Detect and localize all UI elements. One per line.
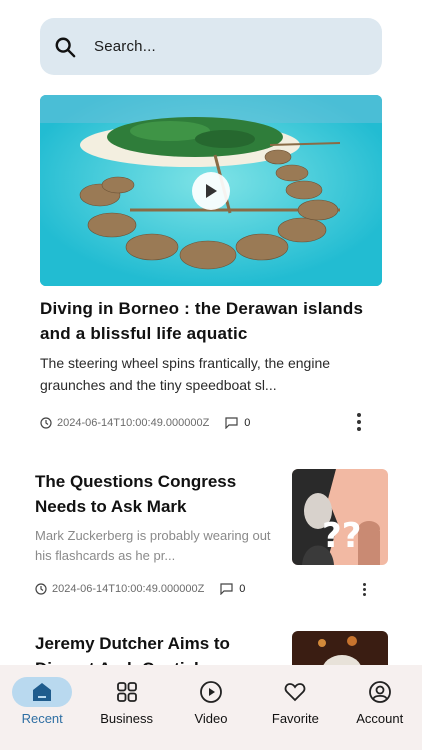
home-icon (33, 683, 52, 701)
article-title[interactable]: The Questions Congress Needs to Ask Mark (35, 469, 275, 519)
play-circle-icon (200, 681, 222, 703)
svg-text:??: ?? (322, 516, 361, 556)
featured-article[interactable]: Diving in Borneo : the Derawan islands a… (40, 95, 382, 431)
featured-timestamp: 2024-06-14T10:00:49.000000Z (57, 417, 210, 429)
tab-label: Favorite (271, 711, 319, 726)
article-image: ?? (292, 469, 388, 565)
tab-video[interactable]: Video (173, 677, 249, 726)
featured-comment-count: 0 (244, 417, 251, 429)
clock-icon (40, 417, 52, 429)
search-input[interactable]: Search... (94, 38, 156, 55)
account-icon (368, 681, 391, 703)
article-summary: Mark Zuckerberg is probably wearing out … (35, 528, 271, 563)
featured-title[interactable]: Diving in Borneo : the Derawan islands a… (40, 296, 382, 346)
grid-icon (116, 682, 137, 702)
search-icon (55, 37, 76, 57)
tab-recent[interactable]: Recent (4, 677, 80, 726)
featured-meta: 2024-06-14T10:00:49.000000Z 0 (40, 417, 250, 429)
tab-label: Business (100, 711, 153, 726)
featured-summary: The steering wheel spins frantically, th… (40, 355, 331, 393)
play-icon (206, 184, 217, 198)
heart-icon (285, 683, 306, 702)
tab-account[interactable]: Account (342, 677, 418, 726)
article-comment-count: 0 (239, 583, 246, 595)
tab-label: Account (356, 711, 404, 726)
article-timestamp: 2024-06-14T10:00:49.000000Z (52, 583, 205, 595)
article-meta: 2024-06-14T10:00:49.000000Z 0 (35, 583, 245, 595)
more-options-icon[interactable] (363, 583, 367, 596)
clock-icon (35, 583, 47, 595)
bottom-navigation: Recent Business Video Favorite Account (0, 665, 422, 750)
comment-icon (225, 417, 238, 429)
comment-icon (220, 583, 233, 595)
search-bar[interactable]: Search... (40, 18, 382, 75)
play-button[interactable] (192, 172, 230, 210)
list-item[interactable]: The Questions Congress Needs to Ask Mark… (35, 469, 388, 596)
tab-business[interactable]: Business (89, 677, 165, 726)
featured-video-thumbnail[interactable] (40, 95, 382, 286)
tab-label: Video (194, 711, 228, 726)
tab-favorite[interactable]: Favorite (257, 677, 333, 726)
tab-label: Recent (21, 711, 63, 726)
more-options-icon[interactable] (357, 413, 361, 431)
article-thumbnail[interactable]: ?? (292, 469, 388, 565)
